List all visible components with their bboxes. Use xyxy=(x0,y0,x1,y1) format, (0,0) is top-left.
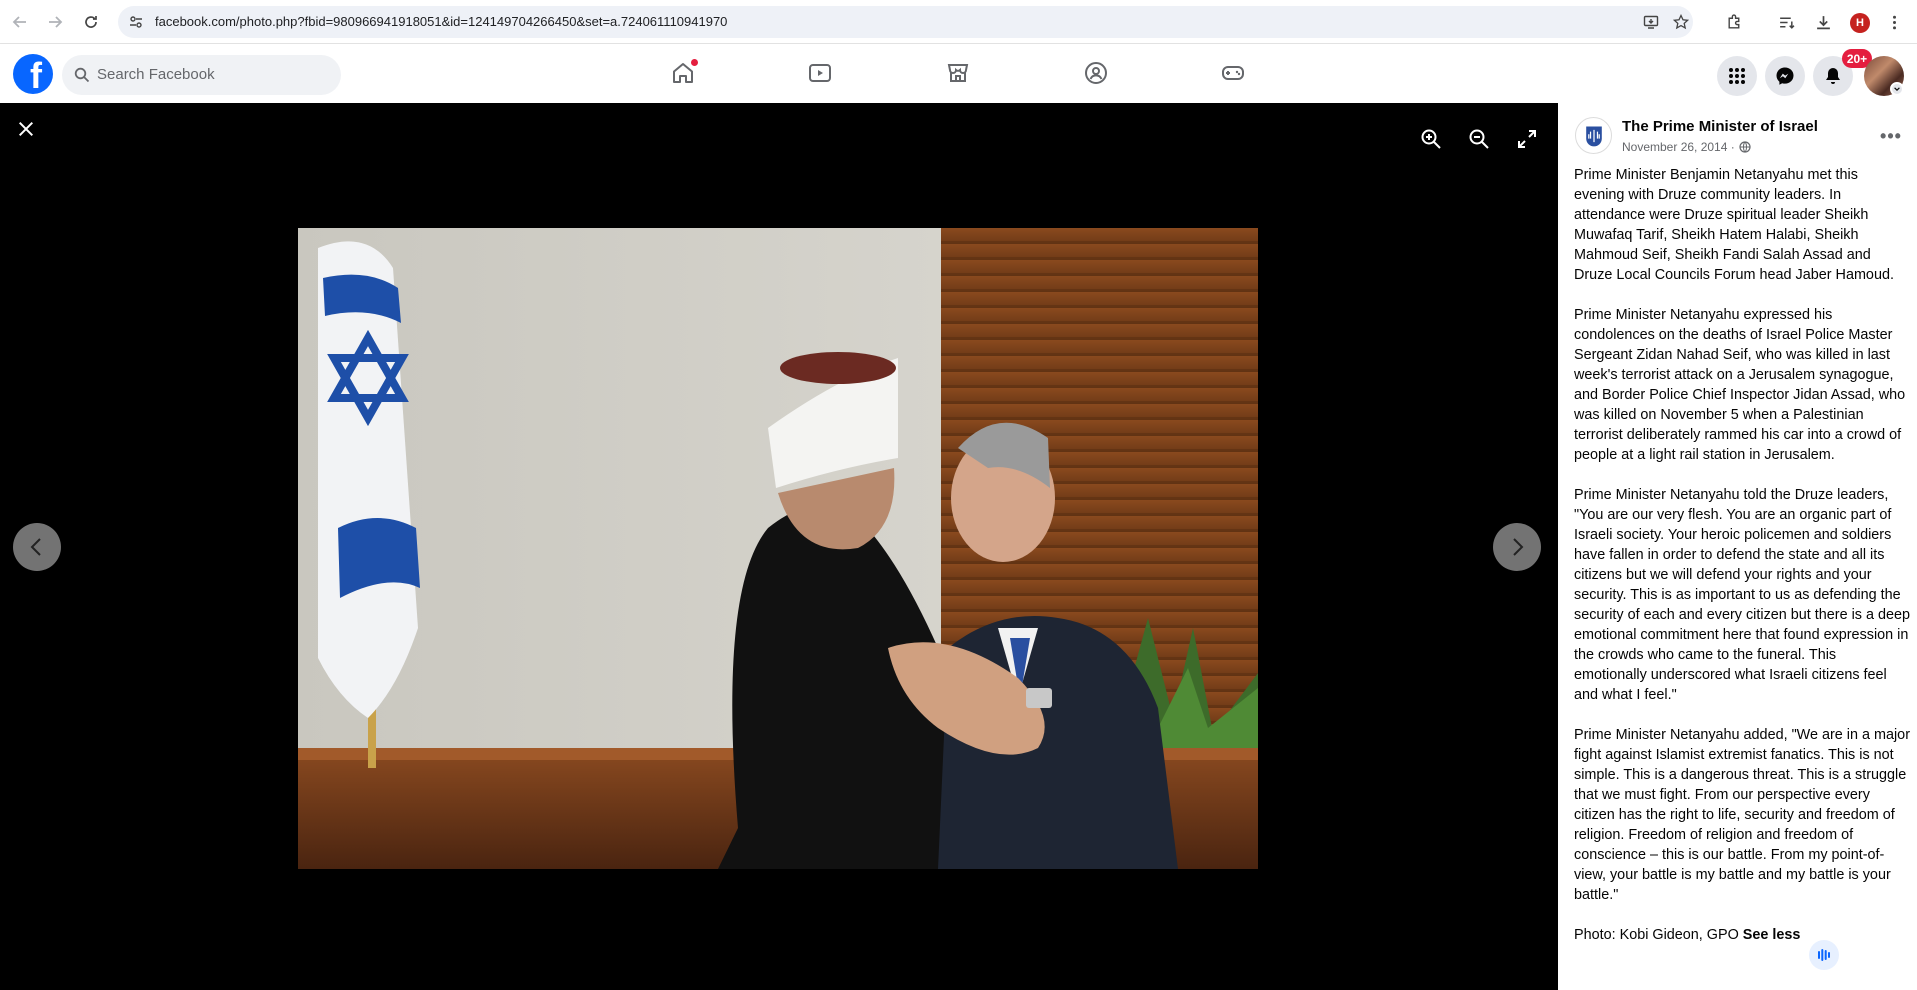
video-icon[interactable] xyxy=(808,61,832,85)
more-options-icon[interactable]: ••• xyxy=(1876,121,1906,151)
marketplace-icon[interactable] xyxy=(946,61,970,85)
see-less-link[interactable]: See less xyxy=(1743,927,1801,943)
forward-icon[interactable] xyxy=(41,8,69,36)
search-facebook-input[interactable]: Search Facebook xyxy=(62,55,341,95)
messenger-icon xyxy=(1776,67,1794,85)
messenger-button[interactable] xyxy=(1765,56,1805,96)
fullscreen-icon[interactable] xyxy=(1513,125,1541,153)
photo-credit-line: Photo: Kobi Gideon, GPO See less xyxy=(1574,925,1910,945)
gaming-icon[interactable] xyxy=(1221,61,1245,85)
post-paragraph: Prime Minister Netanyahu expressed his c… xyxy=(1574,307,1906,463)
post-paragraph: Prime Minister Benjamin Netanyahu met th… xyxy=(1574,167,1894,283)
israel-emblem-icon xyxy=(1585,125,1602,146)
home-notification-dot xyxy=(690,58,699,67)
previous-photo-button[interactable] xyxy=(13,523,61,571)
post-text: Prime Minister Benjamin Netanyahu met th… xyxy=(1574,165,1910,945)
install-app-icon[interactable] xyxy=(1643,14,1659,30)
post-photo[interactable] xyxy=(298,228,1258,869)
close-icon[interactable] xyxy=(12,115,40,143)
zoom-out-icon[interactable] xyxy=(1465,125,1493,153)
post-details-panel: The Prime Minister of Israel November 26… xyxy=(1558,103,1917,990)
page-name-link[interactable]: The Prime Minister of Israel xyxy=(1622,118,1818,135)
audio-wave-icon[interactable] xyxy=(1809,940,1839,970)
bookmark-star-icon[interactable] xyxy=(1673,14,1689,30)
reading-list-icon[interactable] xyxy=(1778,14,1795,31)
chrome-menu-icon[interactable] xyxy=(1886,14,1903,31)
back-icon[interactable] xyxy=(6,8,34,36)
next-photo-button[interactable] xyxy=(1493,523,1541,571)
site-settings-icon[interactable] xyxy=(128,14,144,30)
post-paragraph: Prime Minister Netanyahu added, "We are … xyxy=(1574,727,1910,903)
search-icon xyxy=(74,67,90,83)
browser-profile-avatar[interactable]: H xyxy=(1850,13,1870,33)
reload-icon[interactable] xyxy=(77,8,105,36)
browser-toolbar: facebook.com/photo.php?fbid=980966941918… xyxy=(0,0,1917,44)
page-avatar[interactable] xyxy=(1575,117,1612,154)
chevron-left-icon xyxy=(30,538,41,556)
photo-credit: Photo: Kobi Gideon, GPO xyxy=(1574,927,1739,943)
post-date-text[interactable]: November 26, 2014 · xyxy=(1622,140,1735,154)
facebook-logo-icon[interactable]: f xyxy=(13,54,53,94)
search-placeholder: Search Facebook xyxy=(97,66,215,83)
groups-icon[interactable] xyxy=(1084,61,1108,85)
chevron-right-icon xyxy=(1513,538,1524,556)
bell-icon xyxy=(1826,68,1840,84)
extensions-icon[interactable] xyxy=(1726,14,1743,31)
photo-image xyxy=(298,228,1258,869)
chevron-down-icon[interactable] xyxy=(1890,82,1904,96)
address-bar[interactable]: facebook.com/photo.php?fbid=980966941918… xyxy=(118,6,1693,38)
globe-icon xyxy=(1739,141,1751,153)
downloads-icon[interactable] xyxy=(1815,14,1832,31)
url-text[interactable]: facebook.com/photo.php?fbid=980966941918… xyxy=(155,14,727,29)
zoom-in-icon[interactable] xyxy=(1417,125,1445,153)
grid-icon xyxy=(1729,68,1745,84)
photo-viewer xyxy=(0,103,1558,990)
facebook-header: f Search Facebook 20+ xyxy=(0,44,1917,103)
post-paragraph: Prime Minister Netanyahu told the Druze … xyxy=(1574,487,1910,703)
menu-grid-button[interactable] xyxy=(1717,56,1757,96)
post-timestamp[interactable]: November 26, 2014 · xyxy=(1622,140,1751,154)
